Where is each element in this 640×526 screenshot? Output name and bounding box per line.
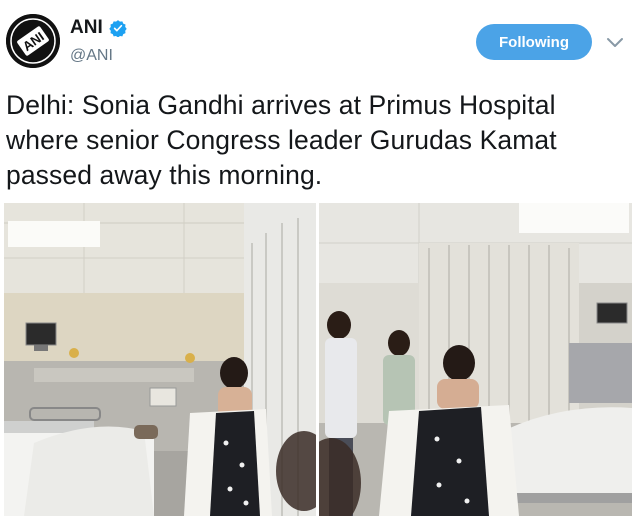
- ani-avatar[interactable]: ANI: [6, 14, 60, 68]
- tweet-text: Delhi: Sonia Gandhi arrives at Primus Ho…: [6, 90, 557, 190]
- account-handle[interactable]: @ANI: [70, 47, 113, 65]
- following-button[interactable]: Following: [476, 24, 592, 60]
- verified-badge-icon: [109, 20, 127, 37]
- display-name[interactable]: ANI: [70, 17, 103, 39]
- tweet-header: ANI ANI @ANI Following: [0, 0, 640, 84]
- ani-logo-icon: ANI: [6, 14, 60, 68]
- photo-left[interactable]: [4, 203, 316, 516]
- hospital-room-photo-left-icon: [4, 203, 316, 516]
- hospital-room-photo-right-icon: [319, 203, 632, 516]
- name-row: ANI: [70, 17, 127, 39]
- photo-right[interactable]: [319, 203, 632, 516]
- tweet-photos: [4, 203, 632, 516]
- chevron-down-icon[interactable]: [604, 32, 626, 54]
